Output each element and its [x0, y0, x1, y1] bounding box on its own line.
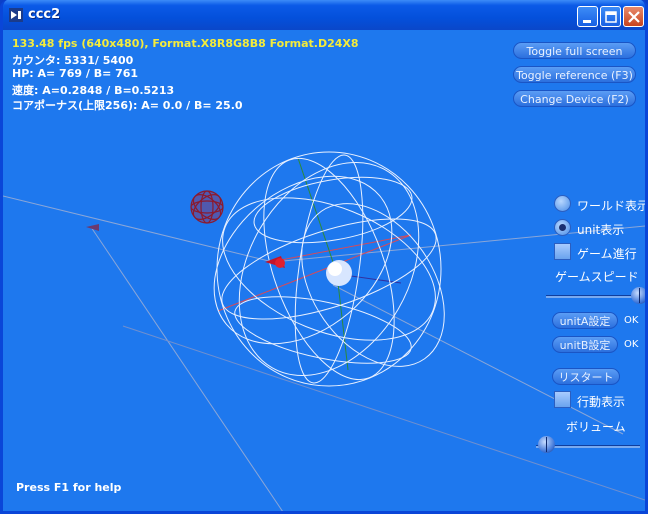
scene-lines: [3, 157, 645, 511]
restart-button[interactable]: リスタート: [552, 368, 620, 385]
counter-readout: カウンタ: 5331/ 5400: [12, 54, 134, 67]
hp-readout: HP: A= 769 / B= 761: [12, 67, 139, 80]
app-window: ccc2 133.48 fps (640x480), Format.X8R8G8…: [0, 0, 648, 514]
minimize-button[interactable]: [577, 6, 598, 27]
directx-app-icon: [9, 8, 23, 22]
maximize-icon: [605, 11, 617, 23]
world-view-radio[interactable]: [554, 195, 571, 212]
title-bar[interactable]: ccc2: [3, 0, 645, 30]
unit-view-radio[interactable]: [554, 219, 571, 236]
unit-b-status: OK: [624, 339, 639, 350]
action-display-checkbox[interactable]: [554, 391, 571, 408]
game-progress-checkbox[interactable]: [554, 243, 571, 260]
maximize-button[interactable]: [600, 6, 621, 27]
unit-a-status: OK: [624, 315, 639, 326]
unit-b-settings-button[interactable]: unitB設定: [552, 336, 618, 353]
unit-a-settings-button[interactable]: unitA設定: [552, 312, 618, 329]
core-orb: [326, 260, 352, 286]
minimize-icon: [583, 20, 591, 23]
window-title: ccc2: [28, 7, 61, 22]
toggle-reference-button[interactable]: Toggle reference (F3): [513, 66, 636, 83]
core-bonus-readout: コアポーナス(上限256): A= 0.0 / B= 25.0: [12, 99, 243, 112]
volume-label: ボリューム: [566, 420, 626, 434]
close-icon: [628, 11, 640, 23]
toggle-fullscreen-button[interactable]: Toggle full screen: [513, 42, 636, 59]
action-display-label: 行動表示: [577, 395, 626, 409]
volume-slider-knob[interactable]: [538, 436, 555, 453]
change-device-button[interactable]: Change Device (F2): [513, 90, 636, 107]
game-speed-slider-knob[interactable]: [631, 287, 645, 304]
help-hint: Press F1 for help: [16, 481, 122, 494]
unit-b-sphere: [190, 190, 224, 224]
unit-view-label: unit表示: [577, 223, 625, 237]
world-view-label: ワールド表示: [577, 199, 645, 213]
close-button[interactable]: [623, 6, 644, 27]
game-speed-slider-track[interactable]: [546, 295, 640, 298]
game-speed-label: ゲームスピード: [555, 270, 639, 284]
game-progress-label: ゲーム進行: [577, 247, 637, 261]
radio-selected-dot: [559, 224, 566, 231]
fps-readout: 133.48 fps (640x480), Format.X8R8G8B8 Fo…: [12, 37, 359, 50]
speed-readout: 速度: A=0.2848 / B=0.5213: [12, 84, 175, 97]
render-viewport[interactable]: 133.48 fps (640x480), Format.X8R8G8B8 Fo…: [3, 30, 645, 511]
